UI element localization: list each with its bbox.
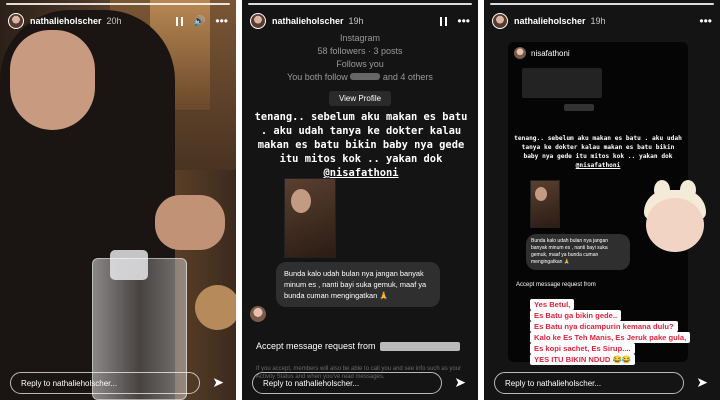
reply-line-4: Kalo ke Es Teh Manis, Es Jeruk pake gula… <box>530 332 691 343</box>
story-panel-1: nathalieholscher 20h 🔊 ••• Reply to nath… <box>0 0 236 400</box>
pause-icon[interactable] <box>440 16 448 26</box>
shared-story-thumbnail[interactable] <box>284 178 336 258</box>
photo-plate <box>195 285 236 330</box>
reply-input[interactable]: Reply to nathalieholscher... <box>494 372 684 394</box>
timestamp: 19h <box>590 16 606 26</box>
story-panel-3: nathalieholscher 19h ••• nisafathoni ten… <box>484 0 720 400</box>
accept-request-text[interactable]: Accept message request from <box>256 341 461 352</box>
mini-view-profile <box>564 104 594 111</box>
story-header: nathalieholscher 19h ••• <box>250 10 470 32</box>
mini-accept-text: Accept message request from <box>516 282 596 288</box>
avatar[interactable] <box>250 13 266 29</box>
avatar[interactable] <box>8 13 24 29</box>
reply-placeholder: Reply to nathalieholscher... <box>505 378 602 388</box>
avatar <box>514 47 526 59</box>
reply-line-5: Es kopi sachet, Es Sirup.... <box>530 343 635 354</box>
mutual-followers: You both follow and 4 others <box>287 72 433 82</box>
send-icon[interactable]: ➤ <box>212 374 224 391</box>
photo-hand <box>155 195 225 250</box>
reply-line-2: Es Batu ga bikin gede.. <box>530 310 622 321</box>
reply-line-3: Es Batu nya dicampurin kemana dulu? <box>530 321 678 332</box>
timestamp: 19h <box>348 16 364 26</box>
story-caption: tenang.. sebelum aku makan es batu . aku… <box>254 111 468 179</box>
story-progress-bar <box>248 3 472 5</box>
timestamp: 20h <box>106 16 122 26</box>
sender-avatar <box>250 306 266 322</box>
platform-label: Instagram <box>339 33 381 43</box>
reply-line-6: YES ITU BIKIN NDUD 😂😂 <box>530 354 636 365</box>
thumbnail-face <box>291 189 311 213</box>
follows-you-label: Follows you <box>336 59 384 69</box>
story-header: nathalieholscher 20h 🔊 ••• <box>8 10 228 32</box>
more-icon[interactable]: ••• <box>215 14 228 28</box>
mini-dm-bubble: Bunda kalo udah bulan nya jangan banyak … <box>526 234 630 270</box>
username[interactable]: nathalieholscher <box>514 16 586 26</box>
photo-face <box>10 30 95 130</box>
reply-input[interactable]: Reply to nathalieholscher... <box>10 372 200 394</box>
dm-message-bubble: Bunda kalo udah bulan nya jangan banyak … <box>276 262 440 307</box>
view-profile-button[interactable]: View Profile <box>329 91 391 106</box>
story-progress-bar <box>6 3 230 5</box>
send-icon[interactable]: ➤ <box>696 374 708 391</box>
baby-sticker <box>644 180 706 252</box>
mini-profile-header <box>522 68 602 98</box>
profile-stats: 58 followers · 3 posts <box>317 46 403 56</box>
speaker-icon[interactable]: 🔊 <box>193 16 205 27</box>
more-icon[interactable]: ••• <box>457 14 470 28</box>
reply-line-1: Yes Betul, <box>530 299 575 310</box>
reshared-header: nisafathoni <box>508 42 688 64</box>
avatar[interactable] <box>492 13 508 29</box>
shared-username: nisafathoni <box>531 48 570 58</box>
profile-header: Instagram 58 followers · 3 posts Follows… <box>242 32 478 84</box>
reply-placeholder: Reply to nathalieholscher... <box>21 378 118 388</box>
reply-input[interactable]: Reply to nathalieholscher... <box>252 372 442 394</box>
mini-caption: tenang.. sebelum aku makan es batu . aku… <box>514 135 682 169</box>
username[interactable]: nathalieholscher <box>272 16 344 26</box>
mini-thumbnail <box>530 180 560 228</box>
story-progress-bar <box>490 3 714 5</box>
pause-icon[interactable] <box>175 16 183 26</box>
username[interactable]: nathalieholscher <box>30 16 102 26</box>
send-icon[interactable]: ➤ <box>454 374 466 391</box>
more-icon[interactable]: ••• <box>699 14 712 28</box>
reply-placeholder: Reply to nathalieholscher... <box>263 378 360 388</box>
story-panel-2: nathalieholscher 19h ••• Instagram 58 fo… <box>242 0 478 400</box>
story-header: nathalieholscher 19h ••• <box>492 10 712 32</box>
